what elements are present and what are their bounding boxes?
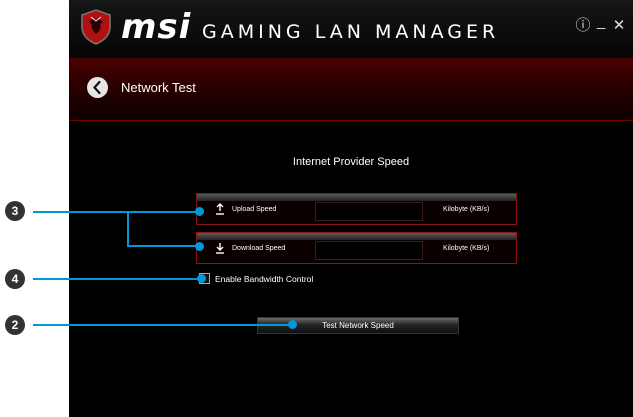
info-icon[interactable]: ⓘ bbox=[575, 18, 591, 34]
callout-line bbox=[127, 245, 199, 247]
callout-badge-3: 3 bbox=[5, 201, 25, 221]
upload-speed-label: Upload Speed bbox=[232, 206, 277, 213]
minimize-button[interactable]: _ bbox=[593, 14, 609, 30]
download-speed-label: Download Speed bbox=[232, 245, 286, 252]
callout-dot bbox=[195, 242, 204, 251]
bandwidth-control-label[interactable]: Enable Bandwidth Control bbox=[215, 274, 313, 284]
title-bar: msi GAMING LAN MANAGER ⓘ _ ✕ bbox=[69, 0, 633, 59]
msi-dragon-shield-icon bbox=[81, 9, 111, 45]
section-title: Internet Provider Speed bbox=[292, 156, 410, 168]
upload-speed-value bbox=[315, 202, 423, 221]
download-speed-value bbox=[315, 241, 423, 260]
callout-line bbox=[127, 211, 129, 247]
callout-dot bbox=[195, 207, 204, 216]
callout-badge-2: 2 bbox=[5, 315, 25, 335]
back-button[interactable] bbox=[87, 77, 108, 98]
callout-dot bbox=[197, 274, 206, 283]
upload-speed-unit: Kilobyte (KB/s) bbox=[443, 206, 490, 213]
row-header-bar bbox=[197, 194, 516, 201]
upload-icon bbox=[216, 203, 224, 215]
page-header: Network Test bbox=[69, 58, 633, 121]
msi-brand-logo: msi bbox=[121, 7, 192, 47]
download-speed-row: Download Speed Kilobyte (KB/s) bbox=[196, 232, 517, 264]
app-window: msi GAMING LAN MANAGER ⓘ _ ✕ Network Tes… bbox=[69, 0, 633, 417]
download-icon bbox=[216, 243, 224, 254]
download-speed-unit: Kilobyte (KB/s) bbox=[443, 245, 490, 252]
upload-speed-row: Upload Speed Kilobyte (KB/s) bbox=[196, 193, 517, 225]
product-name: GAMING LAN MANAGER bbox=[202, 21, 500, 43]
callout-line bbox=[33, 211, 199, 213]
close-button[interactable]: ✕ bbox=[611, 18, 627, 34]
callout-line bbox=[33, 278, 199, 280]
callout-dot bbox=[288, 320, 297, 329]
chevron-left-icon bbox=[93, 80, 101, 95]
page-title: Network Test bbox=[121, 80, 196, 95]
row-header-bar bbox=[197, 233, 516, 240]
callout-line bbox=[33, 324, 291, 326]
callout-badge-4: 4 bbox=[5, 269, 25, 289]
